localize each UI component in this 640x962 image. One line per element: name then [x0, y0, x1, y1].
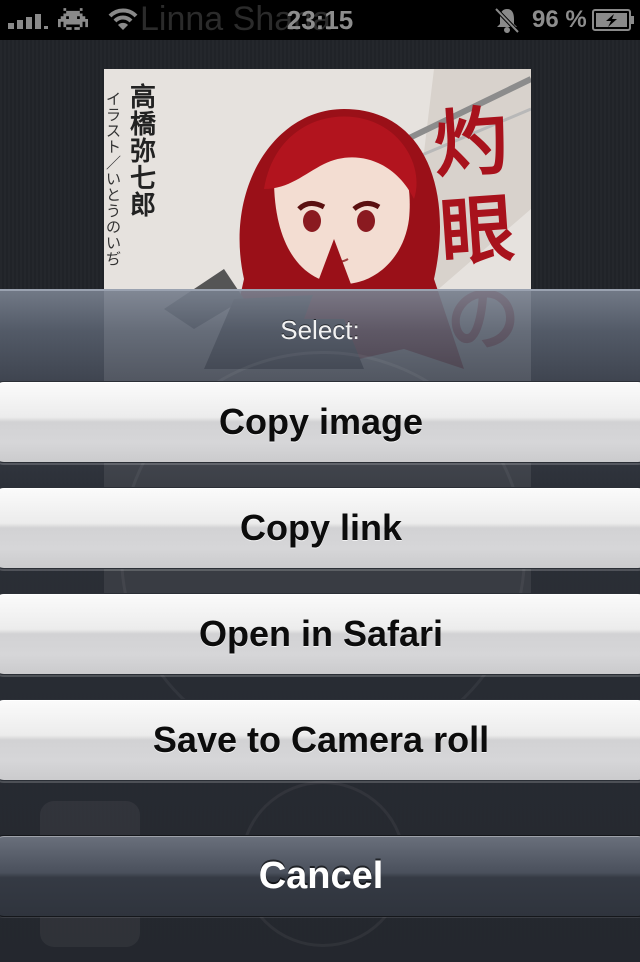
open-in-safari-label: Open in Safari [198, 613, 444, 654]
mute-bell-icon [494, 7, 520, 34]
cancel-button[interactable]: Cancel [0, 835, 640, 917]
copy-link-button[interactable]: Copy link [0, 487, 640, 569]
copy-image-button[interactable]: Copy image [0, 381, 640, 463]
cover-author-text: 高橋弥七郎 [130, 83, 157, 221]
save-to-camera-roll-label: Save to Camera roll [152, 719, 490, 760]
save-to-camera-roll-button[interactable]: Save to Camera roll [0, 699, 640, 781]
action-sheet: Select: Copy image Copy link Open in Saf… [0, 289, 640, 962]
cover-illustrator-text: イラスト／いとうのいぢ [106, 90, 122, 268]
copy-link-label: Copy link [239, 507, 403, 548]
sheet-title: Select: [280, 315, 360, 345]
battery-percent: 96 % [532, 6, 587, 33]
status-bar: Linna Shana 23:15 96 % [0, 0, 640, 40]
copy-image-label: Copy image [218, 401, 424, 442]
cancel-label: Cancel [258, 854, 384, 897]
open-in-safari-button[interactable]: Open in Safari [0, 593, 640, 675]
battery-charging-icon [592, 9, 634, 31]
